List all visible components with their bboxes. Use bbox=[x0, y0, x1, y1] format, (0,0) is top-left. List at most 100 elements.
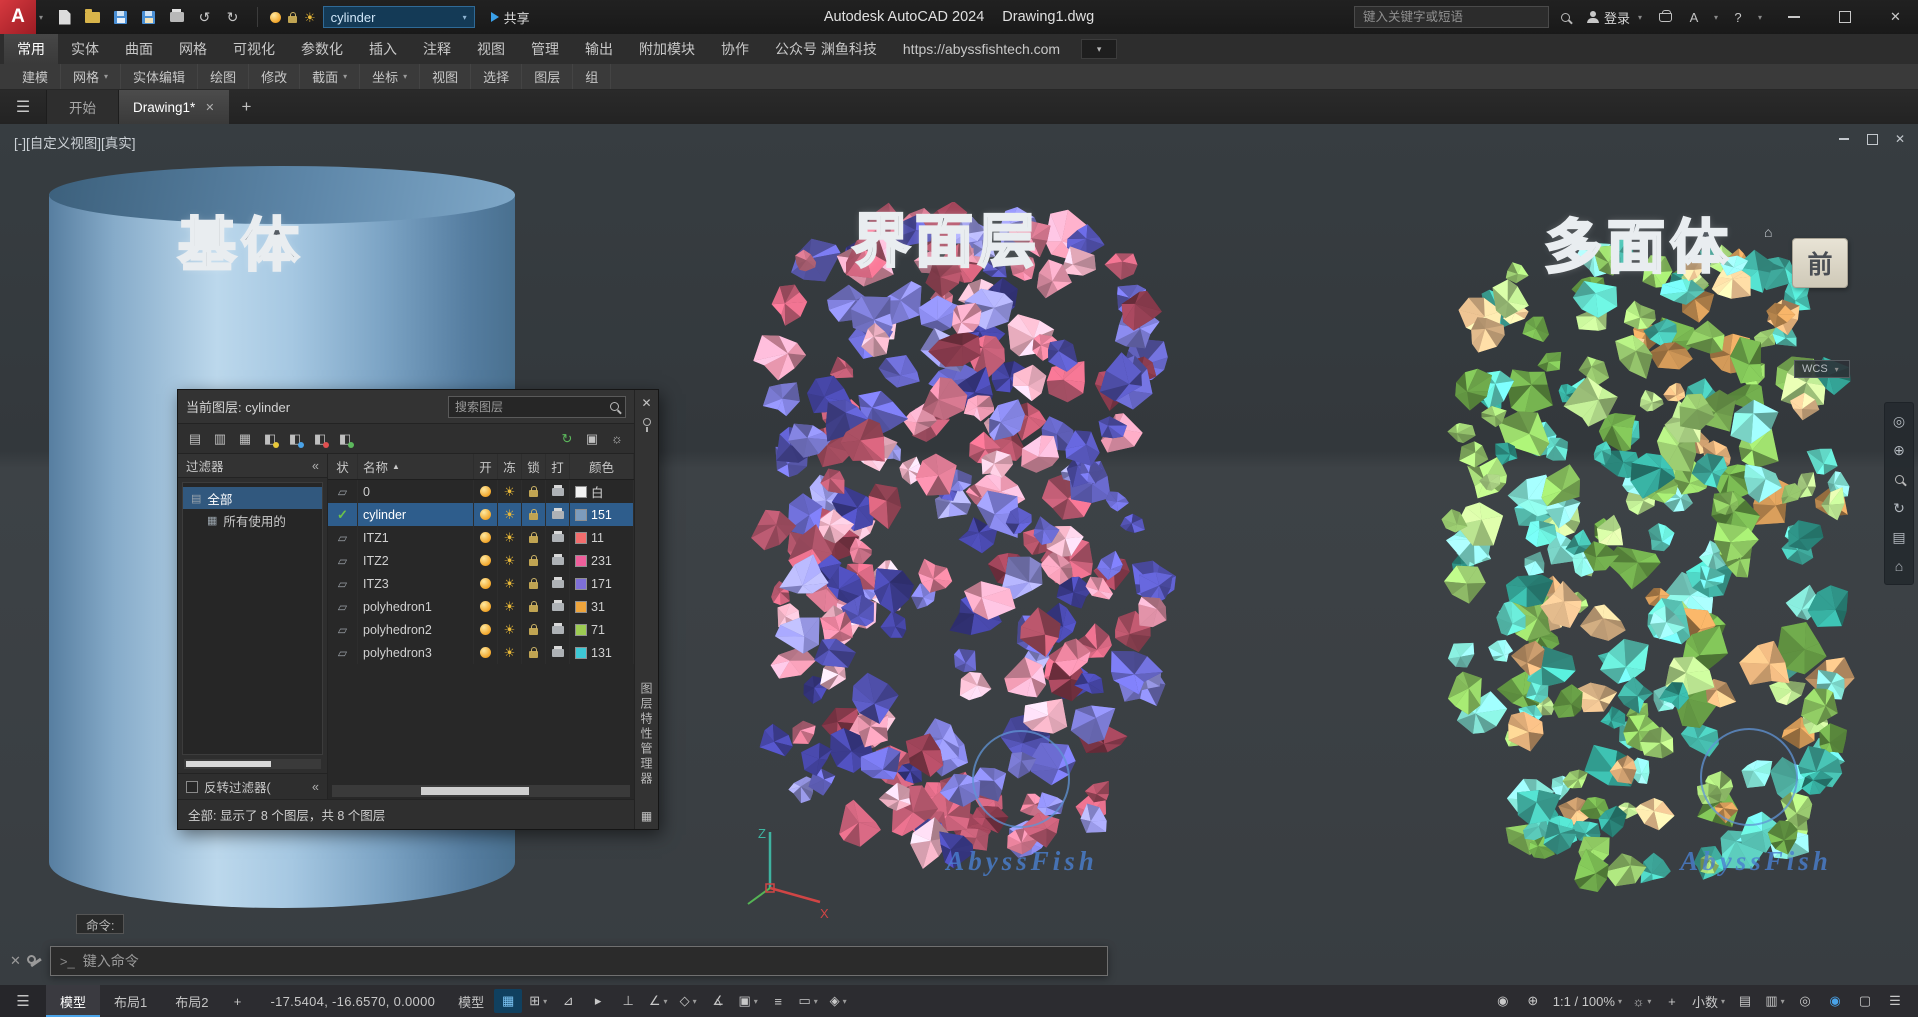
autoscale-toggle[interactable]: ⊕ bbox=[1519, 989, 1547, 1013]
chevron-down-icon[interactable]: ▾ bbox=[1711, 13, 1721, 22]
drawing-viewport[interactable]: [-][自定义视图][真实] ✕ 基体 界面层 多面体 AbyssFish Ab… bbox=[0, 124, 1918, 985]
plot-icon[interactable] bbox=[164, 5, 189, 30]
object-snap-tracking-toggle[interactable]: ∡ bbox=[704, 989, 732, 1013]
autodesk-access-icon[interactable]: A bbox=[1683, 6, 1705, 28]
ribbon-tab-14[interactable]: 公众号 渊鱼科技 bbox=[762, 34, 890, 64]
layer-plot-icon[interactable] bbox=[552, 649, 564, 657]
grid-scrollbar[interactable] bbox=[332, 785, 630, 797]
new-file-icon[interactable] bbox=[52, 5, 77, 30]
layer-color-swatch[interactable] bbox=[575, 624, 587, 636]
collapse-filters-icon[interactable]: « bbox=[312, 459, 319, 473]
viewport-close-icon[interactable]: ✕ bbox=[1892, 132, 1908, 146]
lock-ui-icon[interactable]: ▥▾ bbox=[1761, 989, 1789, 1013]
file-tab-drawing1[interactable]: Drawing1* ✕ bbox=[119, 90, 229, 124]
settings-gear-icon[interactable]: ☼ bbox=[607, 429, 627, 449]
column-header-7[interactable]: 颜色 bbox=[570, 454, 634, 479]
layer-search-box[interactable] bbox=[448, 396, 626, 418]
refresh-icon[interactable]: ↻ bbox=[557, 429, 577, 449]
layer-freeze-icon[interactable]: ☀ bbox=[504, 508, 516, 521]
grid-display-toggle[interactable]: ▦ bbox=[494, 989, 522, 1013]
collapse-icon[interactable]: « bbox=[312, 780, 319, 794]
infer-constraints-toggle[interactable]: ⊿ bbox=[554, 989, 582, 1013]
share-button[interactable]: 共享 bbox=[481, 8, 540, 27]
polar-tracking-toggle[interactable]: ∠▾ bbox=[644, 989, 672, 1013]
viewcube[interactable]: 前 bbox=[1792, 238, 1848, 288]
sun-icon[interactable]: ☀ bbox=[304, 11, 316, 24]
layer-on-icon[interactable] bbox=[480, 555, 491, 566]
interface-aggregate[interactable] bbox=[745, 202, 1185, 882]
annotation-visibility-toggle[interactable]: ◉ bbox=[1489, 989, 1517, 1013]
delete-layer-icon[interactable]: ◧ bbox=[310, 429, 330, 449]
ribbon-tab-3[interactable]: 曲面 bbox=[112, 34, 166, 64]
layout-tab-模型[interactable]: 模型 bbox=[46, 985, 100, 1017]
close-button[interactable]: ✕ bbox=[1873, 0, 1918, 34]
filter-tree-item-1[interactable]: ▤全部 bbox=[183, 487, 322, 509]
ribbon-tab-13[interactable]: 协作 bbox=[708, 34, 762, 64]
maximize-button[interactable] bbox=[1822, 0, 1867, 34]
annotation-scale-button[interactable]: 1:1 / 100%▾ bbox=[1549, 989, 1626, 1013]
layer-freeze-icon[interactable]: ☀ bbox=[504, 485, 516, 498]
new-group-filter-icon[interactable]: ▥ bbox=[210, 429, 230, 449]
3d-object-snap-toggle[interactable]: ◈▾ bbox=[824, 989, 852, 1013]
object-snap-toggle[interactable]: ▣▾ bbox=[734, 989, 762, 1013]
layer-dropdown[interactable]: cylinder ▾ bbox=[323, 6, 475, 28]
redo-icon[interactable]: ↻ bbox=[220, 5, 245, 30]
layer-plot-icon[interactable] bbox=[552, 488, 564, 496]
undo-icon[interactable]: ↺ bbox=[192, 5, 217, 30]
layer-row-cylinder[interactable]: ✓cylinder☀151 bbox=[328, 503, 634, 526]
layer-color-swatch[interactable] bbox=[575, 647, 587, 659]
ribbon-tab-6[interactable]: 参数化 bbox=[288, 34, 356, 64]
layer-freeze-icon[interactable]: ☀ bbox=[504, 623, 516, 636]
file-tab-start[interactable]: 开始 bbox=[46, 90, 119, 124]
save-icon[interactable] bbox=[108, 5, 133, 30]
layer-color-swatch[interactable] bbox=[575, 578, 587, 590]
wcs-selector[interactable]: WCS▾ bbox=[1794, 360, 1850, 378]
logo-chevron-down-icon[interactable]: ▾ bbox=[36, 13, 46, 22]
zoom-icon[interactable] bbox=[1886, 466, 1912, 492]
help-icon[interactable]: ? bbox=[1727, 6, 1749, 28]
viewport-minimize-icon[interactable] bbox=[1836, 132, 1852, 146]
viewcube-home-icon[interactable]: ⌂ bbox=[1764, 224, 1772, 240]
layer-plot-icon[interactable] bbox=[552, 511, 564, 519]
layer-freeze-icon[interactable]: ☀ bbox=[504, 554, 516, 567]
layer-states-icon[interactable]: ▦ bbox=[235, 429, 255, 449]
layer-on-icon[interactable] bbox=[480, 647, 491, 658]
layer-on-icon[interactable] bbox=[480, 509, 491, 520]
layer-lock-icon[interactable] bbox=[529, 536, 538, 543]
layer-plot-icon[interactable] bbox=[552, 603, 564, 611]
signin-button[interactable]: 登录 ▾ bbox=[1583, 8, 1649, 27]
layer-freeze-icon[interactable]: ☀ bbox=[504, 646, 516, 659]
layer-lock-icon[interactable] bbox=[529, 628, 538, 635]
autohide-pin-icon[interactable] bbox=[643, 418, 651, 426]
ribbon-tab-2[interactable]: 实体 bbox=[58, 34, 112, 64]
command-input-box[interactable]: >_ bbox=[50, 946, 1108, 976]
full-nav-wheel-icon[interactable]: ◎ bbox=[1886, 408, 1912, 434]
autocad-logo[interactable]: A bbox=[0, 0, 36, 34]
quick-properties-icon[interactable]: ▤ bbox=[1731, 989, 1759, 1013]
viewport-restore-icon[interactable] bbox=[1864, 132, 1880, 146]
app-store-cart-icon[interactable] bbox=[1655, 6, 1677, 28]
help-search-input[interactable] bbox=[1354, 6, 1549, 28]
ribbon-tab-5[interactable]: 可视化 bbox=[220, 34, 288, 64]
filter-tree-item-2[interactable]: ▦所有使用的 bbox=[183, 509, 322, 531]
layer-lock-icon[interactable] bbox=[529, 513, 538, 520]
ribbon-panel-6[interactable]: 截面▾ bbox=[300, 64, 360, 89]
lock-icon[interactable] bbox=[288, 16, 297, 23]
layer-lock-icon[interactable] bbox=[529, 582, 538, 589]
selection-cycling-toggle[interactable]: ▭▾ bbox=[794, 989, 822, 1013]
layer-plot-icon[interactable] bbox=[552, 534, 564, 542]
search-icon[interactable] bbox=[1555, 6, 1577, 28]
workspace-switching-icon[interactable]: ☼▾ bbox=[1628, 989, 1656, 1013]
layer-color-swatch[interactable] bbox=[575, 555, 587, 567]
palette-properties-icon[interactable]: ▦ bbox=[641, 809, 652, 823]
command-input[interactable] bbox=[83, 953, 1098, 969]
layer-row-ITZ3[interactable]: ▱ITZ3☀171 bbox=[328, 572, 634, 595]
column-header-2[interactable]: 名称▲ bbox=[358, 454, 474, 479]
ribbon-tab-4[interactable]: 网格 bbox=[166, 34, 220, 64]
layer-color-swatch[interactable] bbox=[575, 601, 587, 613]
layer-freeze-icon[interactable]: ☀ bbox=[504, 600, 516, 613]
minimize-button[interactable] bbox=[1771, 0, 1816, 34]
units-button[interactable]: 小数▾ bbox=[1688, 989, 1729, 1013]
ribbon-panel-10[interactable]: 图层 bbox=[522, 64, 573, 89]
ribbon-panel-11[interactable]: 组 bbox=[573, 64, 611, 89]
